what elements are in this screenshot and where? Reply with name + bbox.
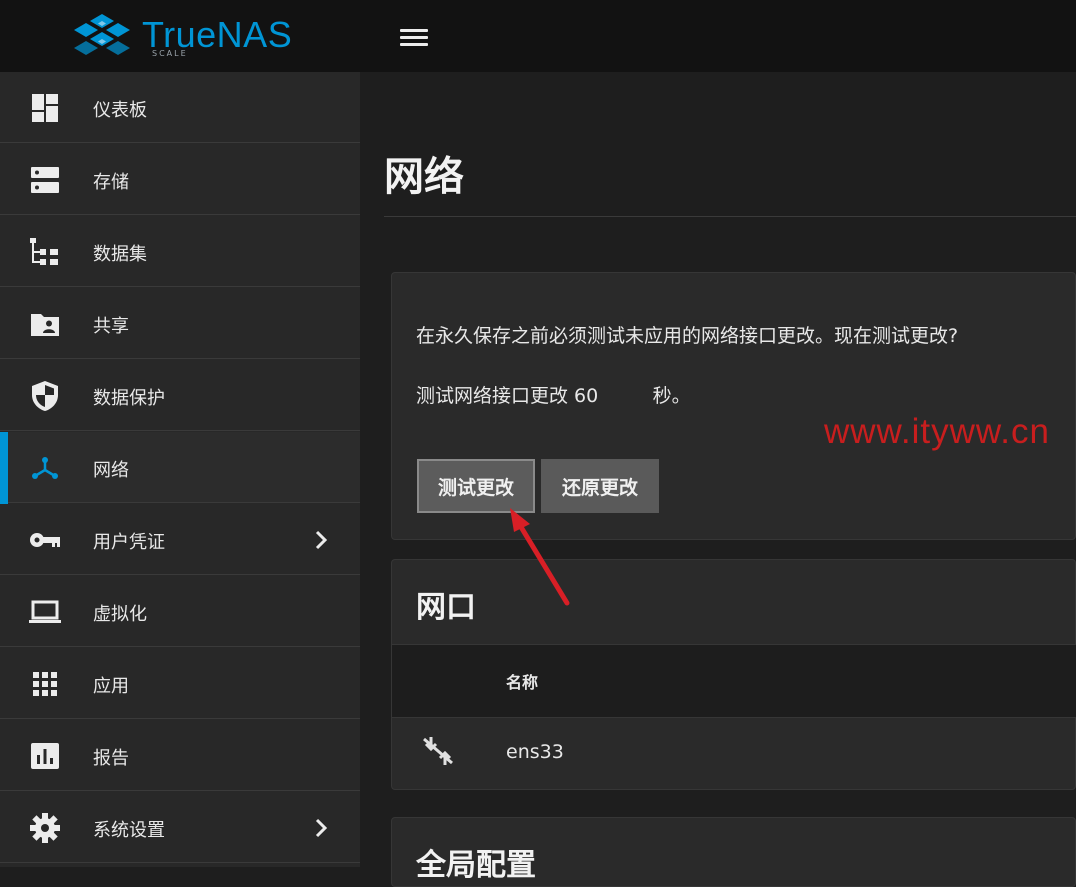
network-icon (32, 457, 58, 479)
shield-icon (32, 381, 58, 411)
sidebar-item-label: 网络 (93, 460, 129, 481)
sidebar-item-dashboard[interactable]: 仪表板 (0, 72, 360, 143)
global-config-card: 全局配置 (391, 817, 1076, 887)
dashboard-icon (32, 94, 58, 122)
menu-toggle-button[interactable] (396, 24, 432, 50)
main-content: 网络 在永久保存之前必须测试未应用的网络接口更改。现在测试更改? 测试网络接口更… (360, 72, 1076, 887)
page-title: 网络 (384, 154, 464, 200)
column-header-name[interactable]: 名称 (506, 669, 538, 693)
sidebar-item-label: 报告 (93, 748, 129, 769)
laptop-icon (29, 600, 61, 623)
sidebar-item-label: 数据集 (93, 244, 147, 265)
chevron-right-icon[interactable] (310, 814, 332, 842)
sidebar-item-shares[interactable]: 共享 (0, 288, 360, 359)
key-icon (30, 533, 60, 547)
interface-name: ens33 (506, 741, 564, 763)
sidebar-item-storage[interactable]: 存储 (0, 144, 360, 215)
link-disconnected-icon (423, 737, 453, 765)
sidebar-item-label: 系统设置 (93, 820, 165, 841)
sidebar-item-label: 存储 (93, 172, 129, 193)
table-row[interactable]: ens33 (392, 717, 1076, 789)
sidebar-item-label: 共享 (93, 316, 129, 337)
sidebar-item-network[interactable]: 网络 (0, 432, 360, 504)
sidebar-item-label: 数据保护 (93, 388, 165, 409)
sidebar-item-virtualization[interactable]: 虚拟化 (0, 576, 360, 647)
sidebar-item-datasets[interactable]: 数据集 (0, 216, 360, 287)
sidebar-item-reports[interactable]: 报告 (0, 720, 360, 791)
table-header: 名称 (392, 644, 1076, 718)
storage-icon (31, 167, 59, 193)
divider (384, 216, 1076, 217)
truenas-logo[interactable]: TrueNAS SCALE (70, 12, 292, 62)
pending-changes-message: 在永久保存之前必须测试未应用的网络接口更改。现在测试更改? (416, 325, 959, 347)
menu-icon (400, 29, 428, 32)
sidebar-item-label: 仪表板 (93, 100, 147, 121)
apps-grid-icon (33, 672, 57, 696)
logo-edition: SCALE (152, 49, 188, 58)
sidebar-item-apps[interactable]: 应用 (0, 648, 360, 719)
watermark-text: www.ityww.cn (824, 412, 1050, 451)
sidebar-item-credentials[interactable]: 用户凭证 (0, 504, 360, 575)
interfaces-card: 网口 名称 ens33 (391, 559, 1076, 790)
pending-changes-card: 在永久保存之前必须测试未应用的网络接口更改。现在测试更改? 测试网络接口更改 6… (391, 272, 1076, 540)
sidebar-item-system-settings[interactable]: 系统设置 (0, 792, 360, 863)
chevron-right-icon[interactable] (310, 526, 332, 554)
dataset-tree-icon (30, 238, 58, 265)
sidebar-item-data-protection[interactable]: 数据保护 (0, 360, 360, 431)
sidebar-nav: 仪表板 存储 数据集 共享 数据保护 网络 用户凭证 虚拟化 应用 报告 系统设… (0, 72, 360, 867)
annotation-arrow-icon (510, 508, 570, 606)
interfaces-card-title: 网口 (416, 590, 476, 625)
sidebar-item-label: 用户凭证 (93, 532, 165, 553)
countdown-text: 测试网络接口更改 60 秒。 (416, 385, 691, 407)
top-bar: TrueNAS SCALE (0, 0, 1076, 72)
report-chart-icon (31, 743, 59, 769)
active-indicator (0, 432, 8, 504)
global-config-title: 全局配置 (416, 848, 536, 883)
shared-folder-icon (31, 314, 59, 336)
truenas-logo-icon (74, 14, 130, 55)
sidebar-item-label: 虚拟化 (93, 604, 147, 625)
gear-icon (30, 813, 60, 843)
sidebar-item-label: 应用 (93, 676, 129, 697)
